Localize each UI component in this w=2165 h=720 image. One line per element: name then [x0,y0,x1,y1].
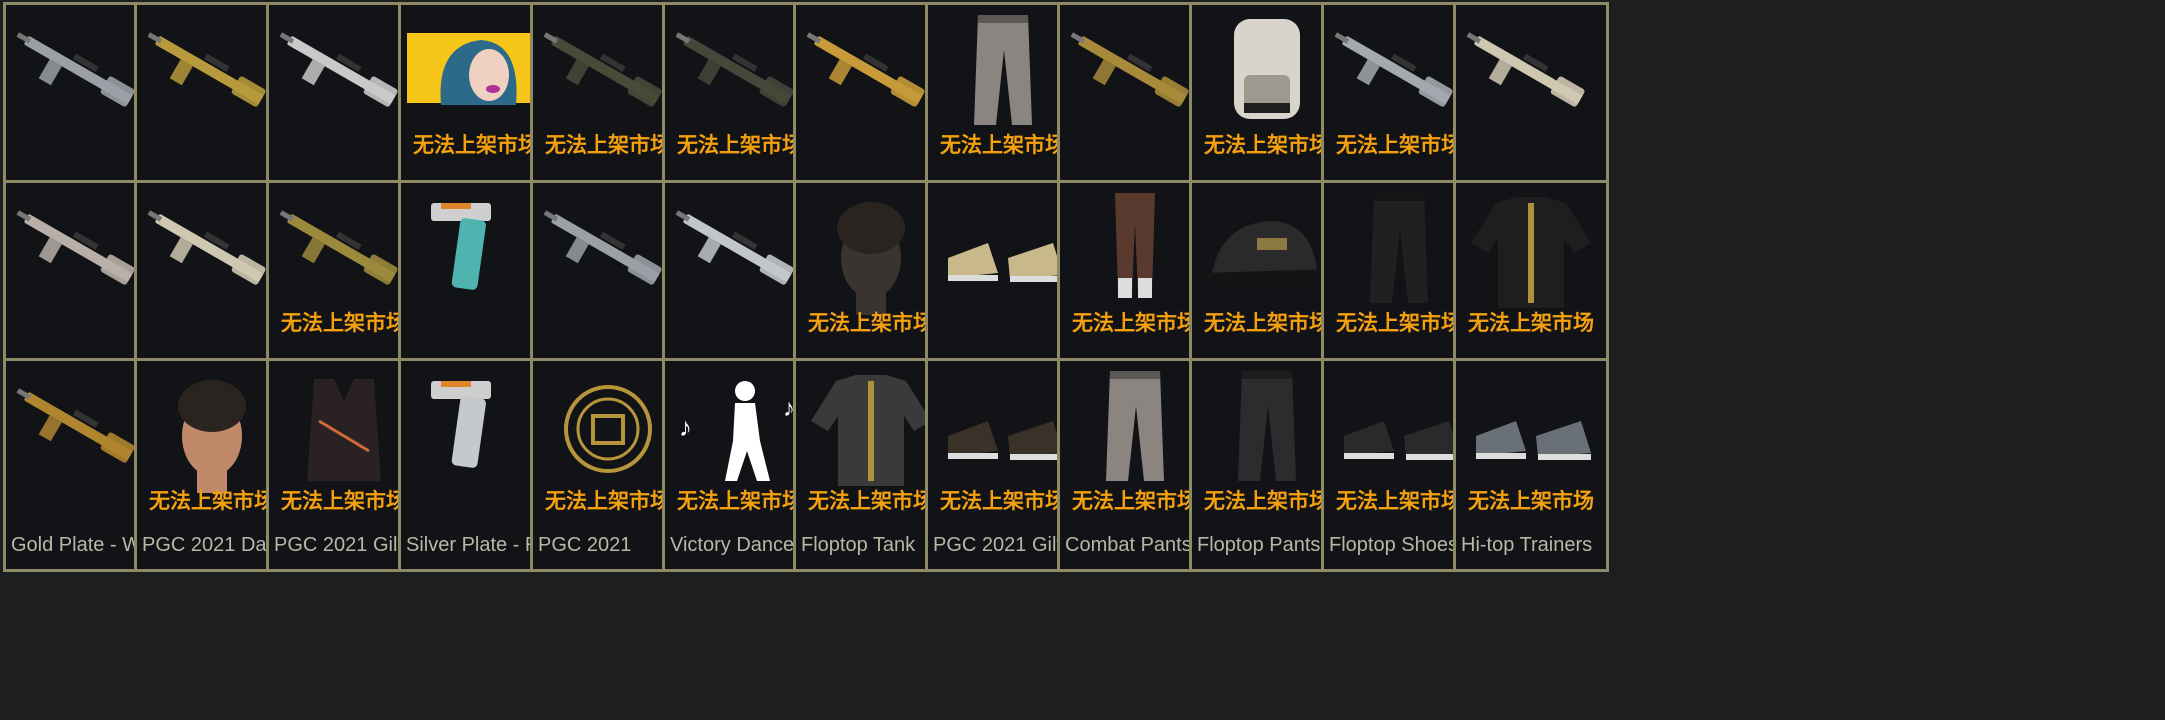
market-unavailable-label: 无法上架市场 [545,133,671,157]
backpack-icon [1192,5,1342,145]
rifle-icon [269,5,419,145]
market-unavailable-label: 无法上架市场 [940,133,1066,157]
market-unavailable-label: 无法上架市场 [1072,489,1198,513]
sneakers-icon [928,183,1078,323]
rifle-icon [1456,5,1606,145]
pants-icon [928,5,1078,145]
vest-icon [269,361,419,501]
item-grid: Silver Plate - SC Gold Plate - Gro Lucky… [0,0,2165,720]
pants-icon [1192,361,1342,501]
pants-icon [1060,361,1210,501]
rifle-icon [1324,5,1474,145]
market-unavailable-label: 无法上架市场 [1336,489,1462,513]
rifle-icon [137,5,287,145]
shoes-icon [1324,361,1474,501]
item-name: Hi-top Trainers [1461,534,1593,556]
smg-icon [1060,5,1210,145]
rifle-icon [137,183,287,323]
comic-portrait-icon [401,5,551,145]
tank-top-icon [796,361,946,501]
rifle-icon [533,5,683,145]
pistol-icon [401,183,551,323]
boots-icon [1060,183,1210,323]
market-unavailable-label: 无法上架市场 [149,489,275,513]
market-unavailable-label: 无法上架市场 [1204,133,1330,157]
trainers-icon [1456,361,1606,501]
svg-text:♪: ♪ [679,412,692,442]
market-unavailable-label: 无法上架市场 [1336,133,1462,157]
boots-icon [928,361,1078,501]
shirt-icon [1456,183,1606,323]
market-unavailable-label: 无法上架市场 [808,311,934,335]
market-unavailable-label: 无法上架市场 [1072,311,1198,335]
emblem-icon [533,361,683,501]
market-unavailable-label: 无法上架市场 [281,489,407,513]
shotgun-icon [796,5,946,145]
market-unavailable-label: 无法上架市场 [281,311,407,335]
pants-icon [1324,183,1474,323]
item-card[interactable]: 无法上架市场 Hi-top Trainers [1453,358,1609,572]
market-unavailable-label: 无法上架市场 [1468,489,1594,513]
face-icon [137,361,287,501]
market-unavailable-label: 无法上架市场 [940,489,1066,513]
revolver-icon [401,361,551,501]
market-unavailable-label: 无法上架市场 [413,133,539,157]
market-unavailable-label: 无法上架市场 [808,489,934,513]
smg-icon [533,183,683,323]
market-unavailable-label: 无法上架市场 [1204,311,1330,335]
smg-icon [269,183,419,323]
hairstyle-icon [796,183,946,323]
market-unavailable-label: 无法上架市场 [1336,311,1462,335]
market-unavailable-label: 无法上架市场 [545,489,671,513]
market-unavailable-label: 无法上架市场 [1204,489,1330,513]
market-unavailable-label: 无法上架市场 [1468,311,1594,335]
cap-icon [1192,183,1342,323]
